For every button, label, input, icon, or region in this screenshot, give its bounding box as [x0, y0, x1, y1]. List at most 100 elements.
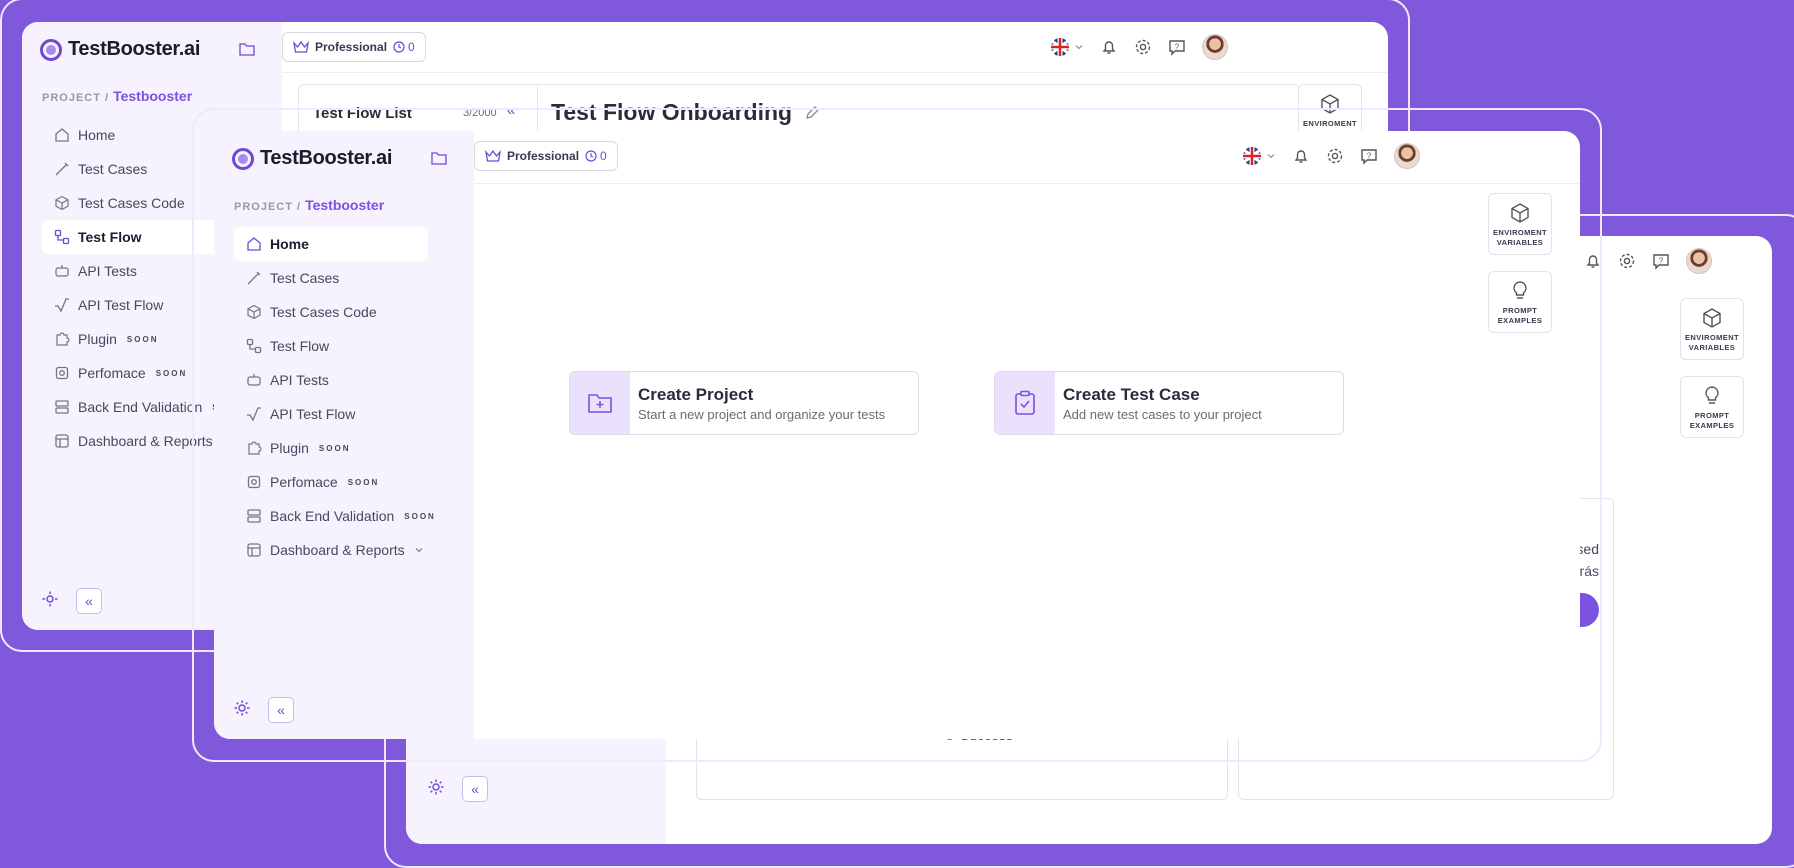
- language-selector[interactable]: [1050, 37, 1084, 57]
- plan-name: Professional: [507, 149, 580, 163]
- env-variables-card[interactable]: ENVIROMENT VARIABLES: [1488, 193, 1552, 255]
- clock-icon: [585, 150, 597, 162]
- plan-badge[interactable]: Professional 0: [282, 32, 426, 62]
- help-icon[interactable]: ?: [1168, 38, 1186, 56]
- robot-icon: [55, 265, 69, 277]
- cube-icon: [55, 195, 69, 211]
- sidebar-item-plugin[interactable]: Plugin SOON: [234, 431, 428, 465]
- soon-badge: SOON: [318, 443, 351, 453]
- sun-icon[interactable]: [234, 700, 250, 721]
- folder-icon: [239, 43, 255, 56]
- sidebar-item-back-end-validation[interactable]: Back End Validation SOON: [234, 499, 434, 533]
- sidebar-item-label: API Test Flow: [78, 297, 164, 313]
- create-project-card[interactable]: Create Project Start a new project and or…: [569, 371, 919, 435]
- brand-name: TestBooster.ai: [68, 38, 201, 60]
- layout-icon: [247, 543, 261, 557]
- prompt-card-line1: PROMPT: [1694, 411, 1730, 420]
- credit-count: 0: [585, 149, 607, 163]
- sidebar-item-api-test-flow[interactable]: API Test Flow: [234, 397, 428, 431]
- window-front: TestBooster.ai PROJECT / Testbooster Home…: [214, 131, 1580, 739]
- sidebar-item-label: API Tests: [78, 263, 137, 279]
- create-test-case-title: Create Test Case: [1063, 384, 1200, 404]
- chevron-down-icon: [1267, 154, 1275, 159]
- brand-logo[interactable]: TestBooster.ai: [40, 38, 200, 61]
- svg-text:?: ?: [1659, 257, 1664, 266]
- server-icon: [247, 509, 261, 523]
- folder-button[interactable]: [234, 36, 260, 62]
- brand-name: TestBooster.ai: [260, 147, 393, 169]
- breadcrumb: PROJECT / Testbooster: [42, 88, 192, 104]
- cube-icon: [1511, 203, 1529, 223]
- plan-badge[interactable]: Professional 0: [474, 141, 618, 171]
- uk-flag-icon: [1243, 147, 1261, 165]
- sidebar-item-perfomace[interactable]: Perfomace SOON: [234, 465, 428, 499]
- robot-icon: [247, 374, 261, 386]
- sidebar-item-label: Back End Validation: [78, 399, 203, 415]
- sidebar-item-label: Test Cases Code: [270, 304, 377, 320]
- env-variables-card[interactable]: ENVIROMENT VARIABLES: [1680, 298, 1744, 360]
- help-icon[interactable]: ?: [1652, 252, 1670, 270]
- sidebar-nav: Home Test Cases Test Cases Code Test Flo…: [234, 227, 434, 567]
- env-card-line1: ENVIROMENT: [1492, 228, 1547, 237]
- sidebar-item-home[interactable]: Home: [234, 227, 428, 261]
- crown-icon: [293, 41, 309, 53]
- create-test-case-card[interactable]: Create Test Case Add new test cases to yo…: [994, 371, 1344, 435]
- avatar[interactable]: [1394, 143, 1420, 169]
- sidebar-item-test-cases[interactable]: Test Cases: [234, 261, 428, 295]
- breadcrumb-project[interactable]: Testbooster: [305, 197, 384, 213]
- gear-icon[interactable]: [1134, 38, 1152, 56]
- topbar: Professional 0 ?: [282, 22, 1388, 73]
- gear-icon[interactable]: [1326, 147, 1344, 165]
- sidebar-item-label: Back End Validation: [270, 508, 395, 524]
- logo-icon: [232, 147, 254, 170]
- language-selector[interactable]: [1242, 146, 1276, 166]
- sidebar-item-label: Plugin: [270, 440, 309, 456]
- prompt-examples-card[interactable]: PROMPT EXAMPLES: [1680, 376, 1744, 438]
- credit-count-value: 0: [600, 149, 607, 163]
- folder-button[interactable]: [426, 145, 452, 171]
- sidebar-item-label: Test Flow: [270, 338, 330, 354]
- collapse-sidebar-button[interactable]: «: [462, 776, 488, 802]
- collapse-sidebar-button[interactable]: «: [268, 697, 294, 723]
- prompt-card-line2: EXAMPLES: [1689, 421, 1735, 430]
- breadcrumb-project[interactable]: Testbooster: [113, 88, 192, 104]
- home-icon: [247, 237, 261, 251]
- help-icon[interactable]: ?: [1360, 147, 1378, 165]
- env-card-line2: VARIABLES: [1688, 343, 1736, 352]
- chevron-down-icon: [1075, 45, 1083, 50]
- wand-icon: [247, 271, 261, 285]
- avatar[interactable]: [1202, 34, 1228, 60]
- brand-logo[interactable]: TestBooster.ai: [232, 147, 392, 170]
- topbar-icons: ?: [1050, 34, 1228, 60]
- sidebar-item-test-cases-code[interactable]: Test Cases Code: [234, 295, 428, 329]
- sqrt-icon: [247, 407, 261, 422]
- create-project-desc: Start a new project and organize your te…: [638, 406, 886, 422]
- create-test-case-desc: Add new test cases to your project: [1063, 406, 1262, 422]
- sidebar-item-label: Test Cases: [78, 161, 148, 177]
- sun-icon[interactable]: [428, 779, 444, 800]
- chevron-down-icon[interactable]: [413, 544, 425, 556]
- sidebar-item-dashboard-reports[interactable]: Dashboard & Reports: [234, 533, 428, 567]
- clock-icon: [393, 41, 405, 53]
- uk-flag-icon: [1051, 38, 1069, 56]
- soon-badge: SOON: [155, 368, 188, 378]
- sidebar-item-label: API Tests: [270, 372, 329, 388]
- bell-icon[interactable]: [1292, 147, 1310, 165]
- sidebar-item-label: Test Cases Code: [78, 195, 185, 211]
- wand-icon: [55, 162, 69, 176]
- prompt-card-line2: EXAMPLES: [1497, 316, 1543, 325]
- sidebar-item-test-flow[interactable]: Test Flow: [234, 329, 428, 363]
- sidebar-item-api-tests[interactable]: API Tests: [234, 363, 428, 397]
- puzzle-icon: [56, 332, 70, 346]
- bell-icon[interactable]: [1100, 38, 1118, 56]
- gear-icon[interactable]: [1618, 252, 1636, 270]
- prompt-card-line1: PROMPT: [1502, 306, 1538, 315]
- sun-icon[interactable]: [42, 591, 58, 612]
- prompt-examples-card[interactable]: PROMPT EXAMPLES: [1488, 271, 1552, 333]
- crown-icon: [485, 150, 501, 162]
- avatar[interactable]: [1686, 248, 1712, 274]
- sidebar-item-label: Test Cases: [270, 270, 340, 286]
- collapse-sidebar-button[interactable]: «: [76, 588, 102, 614]
- layout-icon: [55, 434, 69, 448]
- clipboard-check-icon: [995, 372, 1055, 434]
